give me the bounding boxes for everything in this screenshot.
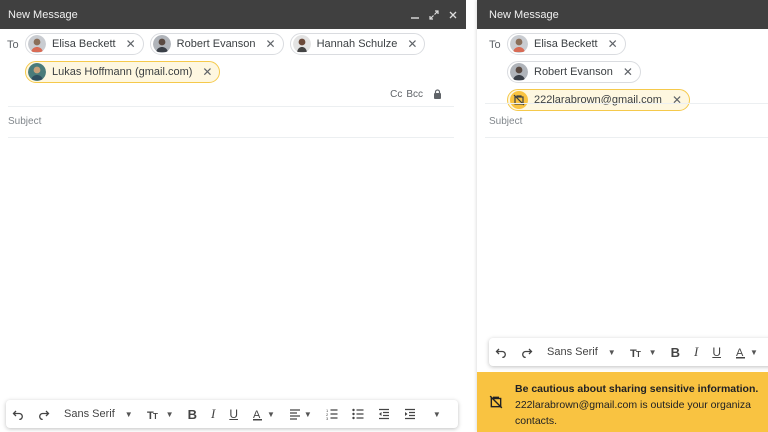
to-label: To bbox=[7, 39, 19, 51]
cc-bcc-row: Cc Bcc bbox=[7, 83, 458, 102]
remove-recipient-icon[interactable]: ✕ bbox=[623, 65, 633, 79]
recipient-name: Elisa Beckett bbox=[52, 38, 116, 50]
to-label: To bbox=[489, 39, 501, 51]
compose-titlebar[interactable]: New Message bbox=[477, 0, 768, 29]
chevron-down-icon: ▼ bbox=[607, 347, 616, 357]
avatar bbox=[28, 35, 46, 53]
bulleted-list-icon[interactable] bbox=[352, 408, 364, 420]
recipient-chips: Elisa Beckett ✕ Robert Evanson ✕ Hannah … bbox=[7, 33, 458, 83]
warning-title: Be cautious about sharing sensitive info… bbox=[515, 383, 759, 395]
recipient-name: Hannah Schulze bbox=[316, 38, 398, 50]
font-family-label: Sans Serif bbox=[64, 408, 115, 420]
redo-icon[interactable] bbox=[521, 346, 533, 358]
underline-icon[interactable]: U bbox=[712, 345, 721, 359]
font-family-label: Sans Serif bbox=[547, 346, 598, 358]
chevron-down-icon: ▼ bbox=[303, 409, 312, 419]
recipient-chip[interactable]: Elisa Beckett ✕ bbox=[25, 33, 144, 55]
chevron-down-icon: ▼ bbox=[267, 409, 275, 419]
recipient-chip-external[interactable]: Lukas Hoffmann (gmail.com) ✕ bbox=[25, 61, 221, 83]
svg-text:T: T bbox=[153, 412, 158, 420]
align-icon[interactable]: ▼ bbox=[289, 408, 312, 420]
recipient-chip[interactable]: Robert Evanson ✕ bbox=[149, 33, 284, 55]
svg-text:T: T bbox=[636, 350, 641, 358]
chevron-down-icon: ▼ bbox=[165, 409, 174, 419]
remove-recipient-icon[interactable]: ✕ bbox=[608, 37, 618, 51]
compose-window-right: New Message To Elisa Beckett ✕ Robert Ev… bbox=[477, 0, 768, 432]
recipient-chip[interactable]: Elisa Beckett ✕ bbox=[507, 33, 626, 55]
text-color-icon[interactable]: A ▼ bbox=[252, 408, 275, 421]
undo-icon[interactable] bbox=[495, 346, 507, 358]
svg-text:3: 3 bbox=[326, 416, 329, 420]
recipient-name: 222larabrown@gmail.com bbox=[534, 94, 662, 106]
font-size-icon[interactable]: T T ▼ bbox=[630, 346, 657, 359]
external-warning-icon bbox=[489, 395, 505, 432]
remove-recipient-icon[interactable]: ✕ bbox=[266, 37, 276, 51]
warning-body-line2: contacts. bbox=[515, 415, 558, 427]
font-size-icon[interactable]: T T ▼ bbox=[147, 408, 174, 421]
warning-body-line1: 222larabrown@gmail.com is outside your o… bbox=[515, 399, 751, 411]
compose-window-left: New Message To Elisa Beckett ✕ Robert Ev… bbox=[0, 0, 466, 432]
avatar bbox=[292, 35, 311, 53]
avatar bbox=[510, 35, 528, 53]
bold-icon[interactable]: B bbox=[188, 407, 197, 422]
avatar bbox=[152, 35, 171, 53]
cc-link[interactable]: Cc bbox=[390, 89, 402, 102]
recipient-name: Elisa Beckett bbox=[534, 38, 598, 50]
formatting-toolbar: Sans Serif ▼ T T ▼ B I U A ▼ ▼ 123 ▼ bbox=[6, 400, 458, 428]
stage: New Message To Elisa Beckett ✕ Robert Ev… bbox=[0, 0, 768, 432]
remove-recipient-icon[interactable]: ✕ bbox=[126, 37, 136, 51]
underline-icon[interactable]: U bbox=[229, 407, 238, 421]
font-family-select[interactable]: Sans Serif ▼ bbox=[64, 408, 133, 420]
divider bbox=[8, 137, 454, 138]
chevron-down-icon: ▼ bbox=[750, 347, 758, 357]
recipient-name: Lukas Hoffmann (gmail.com) bbox=[52, 66, 193, 78]
recipient-chip[interactable]: Robert Evanson ✕ bbox=[507, 61, 641, 83]
italic-icon[interactable]: I bbox=[211, 406, 215, 422]
subject-input[interactable]: Subject bbox=[489, 116, 522, 127]
divider bbox=[8, 106, 454, 107]
more-formatting-icon[interactable]: ▼ bbox=[430, 410, 441, 419]
minimize-icon[interactable] bbox=[409, 9, 420, 20]
warning-text: Be cautious about sharing sensitive info… bbox=[515, 381, 758, 432]
indent-less-icon[interactable] bbox=[378, 408, 390, 420]
bold-icon[interactable]: B bbox=[671, 345, 680, 360]
avatar bbox=[510, 63, 528, 81]
recipient-name: Robert Evanson bbox=[534, 66, 613, 78]
bcc-link[interactable]: Bcc bbox=[406, 89, 423, 102]
compose-title: New Message bbox=[489, 8, 559, 21]
font-family-select[interactable]: Sans Serif ▼ bbox=[547, 346, 616, 358]
recipient-chip-external[interactable]: 222larabrown@gmail.com ✕ bbox=[507, 89, 691, 111]
divider bbox=[485, 137, 768, 138]
italic-icon[interactable]: I bbox=[694, 344, 698, 360]
recipients-area: To Elisa Beckett ✕ Robert Evanson ✕ bbox=[477, 29, 768, 111]
chevron-down-icon: ▼ bbox=[124, 409, 133, 419]
recipient-chips: Elisa Beckett ✕ Robert Evanson ✕ 222lara… bbox=[489, 33, 760, 111]
external-recipient-warning: Be cautious about sharing sensitive info… bbox=[477, 372, 768, 432]
remove-recipient-icon[interactable]: ✕ bbox=[672, 93, 682, 107]
chevron-down-icon: ▼ bbox=[432, 409, 441, 419]
formatting-toolbar: Sans Serif ▼ T T ▼ B I U A ▼ bbox=[489, 338, 768, 366]
indent-more-icon[interactable] bbox=[404, 408, 416, 420]
close-icon[interactable] bbox=[447, 9, 458, 20]
numbered-list-icon[interactable]: 123 bbox=[326, 408, 338, 420]
compose-title: New Message bbox=[8, 8, 78, 21]
divider bbox=[485, 103, 768, 104]
window-gap bbox=[466, 0, 477, 432]
window-controls bbox=[409, 9, 458, 20]
avatar bbox=[28, 63, 46, 81]
recipient-chip[interactable]: Hannah Schulze ✕ bbox=[289, 33, 426, 55]
redo-icon[interactable] bbox=[38, 408, 50, 420]
recipient-name: Robert Evanson bbox=[176, 38, 256, 50]
external-recipient-icon bbox=[510, 91, 528, 109]
text-color-icon[interactable]: A ▼ bbox=[735, 346, 758, 359]
remove-recipient-icon[interactable]: ✕ bbox=[202, 65, 212, 79]
undo-icon[interactable] bbox=[12, 408, 24, 420]
chevron-down-icon: ▼ bbox=[648, 347, 657, 357]
subject-input[interactable]: Subject bbox=[8, 116, 41, 127]
recipients-area: To Elisa Beckett ✕ Robert Evanson ✕ bbox=[0, 29, 466, 102]
compose-titlebar[interactable]: New Message bbox=[0, 0, 466, 29]
remove-recipient-icon[interactable]: ✕ bbox=[407, 37, 417, 51]
expand-icon[interactable] bbox=[428, 9, 439, 20]
lock-icon[interactable] bbox=[433, 89, 442, 102]
